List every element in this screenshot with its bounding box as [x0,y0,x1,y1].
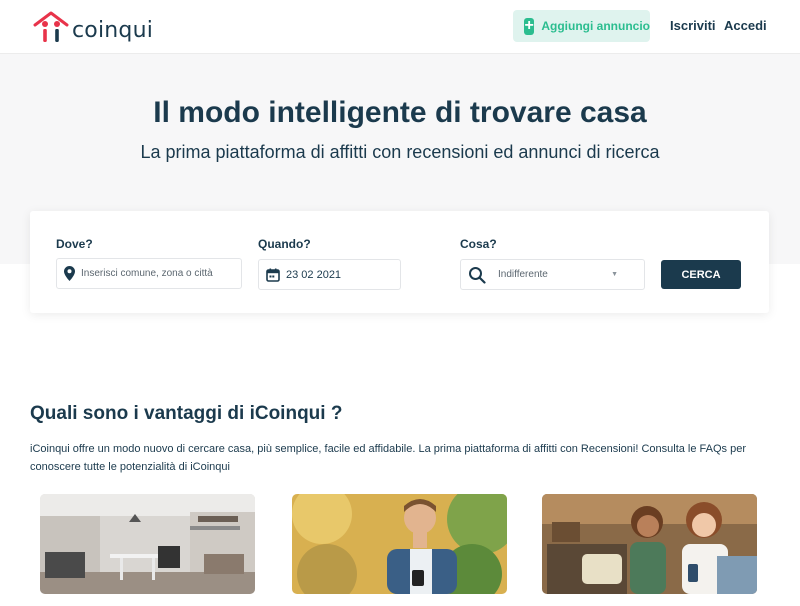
hero-title: Il modo intelligente di trovare casa [153,96,647,129]
what-label: Cosa? [460,237,497,251]
add-listing-button[interactable]: + Aggiungi annuncio [513,10,650,42]
signup-link[interactable]: Iscriviti [670,18,716,33]
search-icon [468,266,486,284]
search-card: Dove? Inserisci comune, zona o città Qua… [30,211,769,313]
property-type-value: Indifferente [498,269,548,280]
benefits-title: Quali sono i vantaggi di iCoinqui ? [30,403,343,424]
plus-icon: + [524,17,535,35]
site-logo[interactable]: coinqui [32,10,153,44]
benefits-description: iCoinqui offre un modo nuovo di cercare … [30,443,746,473]
benefit-image-man-phone [292,494,507,594]
when-label: Quando? [258,237,311,251]
date-input[interactable]: 23 02 2021 [258,259,401,290]
house-people-logo-icon [33,11,69,42]
benefit-image-apartment [40,494,255,594]
logo-text: coinqui [72,18,154,43]
date-value: 23 02 2021 [286,268,342,281]
where-label: Dove? [56,237,93,251]
add-listing-label: Aggiungi annuncio [541,19,650,33]
where-input[interactable]: Inserisci comune, zona o città [56,258,242,289]
chevron-down-icon: ▼ [611,271,618,278]
login-link[interactable]: Accedi [724,18,767,33]
calendar-icon [266,268,280,282]
hero-subtitle: La prima piattaforma di affitti con rece… [140,142,660,162]
top-navbar: coinqui + Aggiungi annuncio Iscriviti Ac… [0,0,800,54]
map-pin-icon [64,266,75,281]
where-placeholder: Inserisci comune, zona o città [81,268,213,279]
benefit-image-roommates [542,494,757,594]
property-type-select[interactable]: Indifferente ▼ [460,259,645,290]
search-button[interactable]: CERCA [661,260,741,289]
